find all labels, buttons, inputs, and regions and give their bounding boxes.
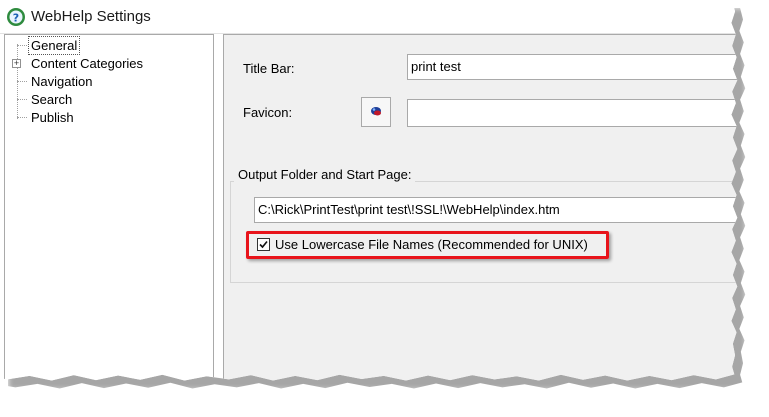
tree-item-navigation[interactable]: Navigation xyxy=(29,73,94,90)
tree-connector xyxy=(17,117,27,118)
svg-text:?: ? xyxy=(13,12,19,25)
window-title: WebHelp Settings xyxy=(31,8,151,25)
output-folder-group-title: Output Folder and Start Page: xyxy=(234,167,416,182)
settings-tree[interactable]: + General Content Categories Navigation … xyxy=(4,34,214,381)
favicon-picker-button[interactable] xyxy=(361,97,391,127)
title-bar-input[interactable]: print test xyxy=(407,54,738,80)
tree-item-general[interactable]: General xyxy=(27,36,81,55)
favicon-input[interactable] xyxy=(407,99,738,127)
tree-item-publish[interactable]: Publish xyxy=(29,109,76,126)
webhelp-settings-window: ? WebHelp Settings + General Content Cat… xyxy=(0,0,738,381)
tree-connector xyxy=(17,81,27,82)
tree-connector xyxy=(17,99,27,100)
expand-content-categories-icon[interactable]: + xyxy=(12,59,21,68)
favicon-image-icon xyxy=(362,107,390,129)
general-settings-panel: Title Bar: print test Favicon: Output Fo… xyxy=(223,34,738,381)
annotation-highlight-box xyxy=(246,231,609,259)
webhelp-app-icon: ? xyxy=(6,7,26,27)
tree-item-search[interactable]: Search xyxy=(29,91,74,108)
output-path-input[interactable]: C:\Rick\PrintTest\print test\!SSL!\WebHe… xyxy=(254,197,738,223)
title-bar: ? WebHelp Settings xyxy=(0,0,738,34)
title-bar-label: Title Bar: xyxy=(243,61,295,76)
favicon-label: Favicon: xyxy=(243,105,293,120)
tree-connector xyxy=(17,45,27,46)
tree-item-content-categories[interactable]: Content Categories xyxy=(29,55,145,72)
